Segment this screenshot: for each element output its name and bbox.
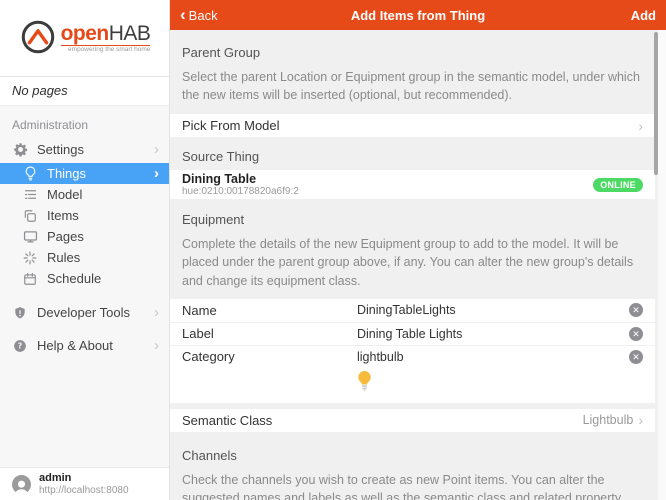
thing-name: Dining Table — [182, 172, 299, 186]
scrollbar-track — [658, 30, 666, 500]
back-button[interactable]: ‹ Back — [180, 8, 218, 23]
clear-name-icon[interactable]: ✕ — [629, 303, 643, 317]
sidebar: openHAB empowering the smart home No pag… — [0, 0, 170, 500]
question-circle-icon: ? — [12, 338, 28, 354]
sidebar-item-settings[interactable]: Settings › — [0, 140, 169, 159]
label-input[interactable] — [357, 327, 629, 341]
add-button[interactable]: Add — [631, 8, 656, 23]
scrollbar-thumb[interactable] — [654, 32, 658, 175]
navbar: ‹ Back Add Items from Thing Add — [170, 0, 666, 30]
semantic-class-label: Semantic Class — [182, 413, 272, 428]
name-field-label: Name — [182, 303, 357, 318]
name-field-row: Name ✕ — [170, 299, 655, 322]
back-label: Back — [189, 8, 218, 23]
sidebar-item-items[interactable]: Items — [0, 205, 169, 226]
chevron-right-icon: › — [638, 118, 643, 134]
status-badge: ONLINE — [593, 178, 643, 192]
content-scroll-area: Parent Group Select the parent Location … — [170, 30, 666, 500]
schedule-calendar-icon — [22, 271, 38, 287]
sidebar-item-label: Items — [47, 208, 159, 223]
account-server-url: http://localhost:8080 — [39, 485, 129, 497]
openhab-logo-icon — [19, 18, 57, 59]
label-field-row: Label ✕ — [170, 322, 655, 345]
sidebar-item-label: Rules — [47, 250, 159, 265]
chevron-right-icon: › — [154, 166, 159, 181]
menu-section-label: Administration — [0, 114, 169, 140]
sidebar-item-label: Settings — [37, 142, 154, 157]
no-pages-label: No pages — [0, 76, 169, 106]
source-thing-row[interactable]: Dining Table hue:0210:00178820a6f9:2 ONL… — [170, 170, 655, 199]
sidebar-item-label: Developer Tools — [37, 305, 154, 320]
clear-category-icon[interactable]: ✕ — [629, 350, 643, 364]
clear-label-icon[interactable]: ✕ — [629, 327, 643, 341]
chevron-right-icon: › — [154, 142, 159, 157]
pick-from-model-label: Pick From Model — [182, 118, 280, 133]
sidebar-item-help-about[interactable]: ? Help & About › — [0, 336, 169, 355]
equipment-form-card: Name ✕ Label ✕ Category ✕ — [170, 299, 655, 403]
semantic-class-value: Lightbulb — [583, 413, 634, 427]
rules-spark-icon — [22, 250, 38, 266]
gear-icon — [12, 142, 28, 158]
model-tree-icon — [22, 187, 38, 203]
shield-exclamation-icon — [12, 305, 28, 321]
lightbulb-icon — [22, 166, 38, 182]
lightbulb-category-icon — [357, 380, 372, 395]
sidebar-item-rules[interactable]: Rules — [0, 247, 169, 268]
sidebar-item-schedule[interactable]: Schedule — [0, 268, 169, 289]
equipment-description: Complete the details of the new Equipmen… — [182, 235, 654, 289]
category-field-row: Category ✕ — [170, 345, 655, 368]
name-input[interactable] — [357, 303, 629, 317]
sidebar-item-things[interactable]: Things › — [0, 163, 169, 184]
parent-group-description: Select the parent Location or Equipment … — [182, 68, 654, 104]
sidebar-item-label: Pages — [47, 229, 159, 244]
sidebar-item-label: Things — [47, 166, 154, 181]
chevron-right-icon: › — [638, 412, 643, 428]
chevron-left-icon: ‹ — [180, 6, 186, 23]
thing-uid: hue:0210:00178820a6f9:2 — [182, 186, 299, 198]
brand-name: openHAB — [61, 23, 151, 44]
avatar — [12, 475, 31, 494]
semantic-class-row[interactable]: Semantic Class Lightbulb › — [170, 409, 655, 432]
channels-title: Channels — [182, 448, 654, 463]
pick-from-model-row[interactable]: Pick From Model › — [170, 114, 655, 137]
items-copy-icon — [22, 208, 38, 224]
page-title: Add Items from Thing — [170, 8, 666, 23]
sidebar-item-label: Model — [47, 187, 159, 202]
chevron-right-icon: › — [154, 305, 159, 320]
sidebar-item-developer-tools[interactable]: Developer Tools › — [0, 303, 169, 322]
parent-group-title: Parent Group — [182, 45, 654, 60]
sidebar-item-pages[interactable]: Pages — [0, 226, 169, 247]
pages-monitor-icon — [22, 229, 38, 245]
openhab-logo: openHAB empowering the smart home — [0, 0, 169, 76]
account-bar[interactable]: admin http://localhost:8080 — [0, 467, 169, 500]
main-panel: ‹ Back Add Items from Thing Add Parent G… — [170, 0, 666, 500]
category-field-label: Category — [182, 349, 357, 364]
equipment-title: Equipment — [182, 212, 654, 227]
sidebar-item-label: Schedule — [47, 271, 159, 286]
category-preview — [170, 368, 655, 401]
admin-menu: Administration Settings › Things › Model — [0, 106, 169, 467]
channels-description-1: Check the channels you wish to create as… — [182, 471, 654, 500]
account-username: admin — [39, 472, 129, 485]
source-thing-title: Source Thing — [182, 149, 654, 164]
category-input[interactable] — [357, 350, 629, 364]
label-field-label: Label — [182, 326, 357, 341]
brand-tagline: empowering the smart home — [61, 45, 151, 54]
svg-text:?: ? — [18, 341, 22, 350]
chevron-right-icon: › — [154, 338, 159, 353]
sidebar-item-label: Help & About — [37, 338, 154, 353]
sidebar-item-model[interactable]: Model — [0, 184, 169, 205]
